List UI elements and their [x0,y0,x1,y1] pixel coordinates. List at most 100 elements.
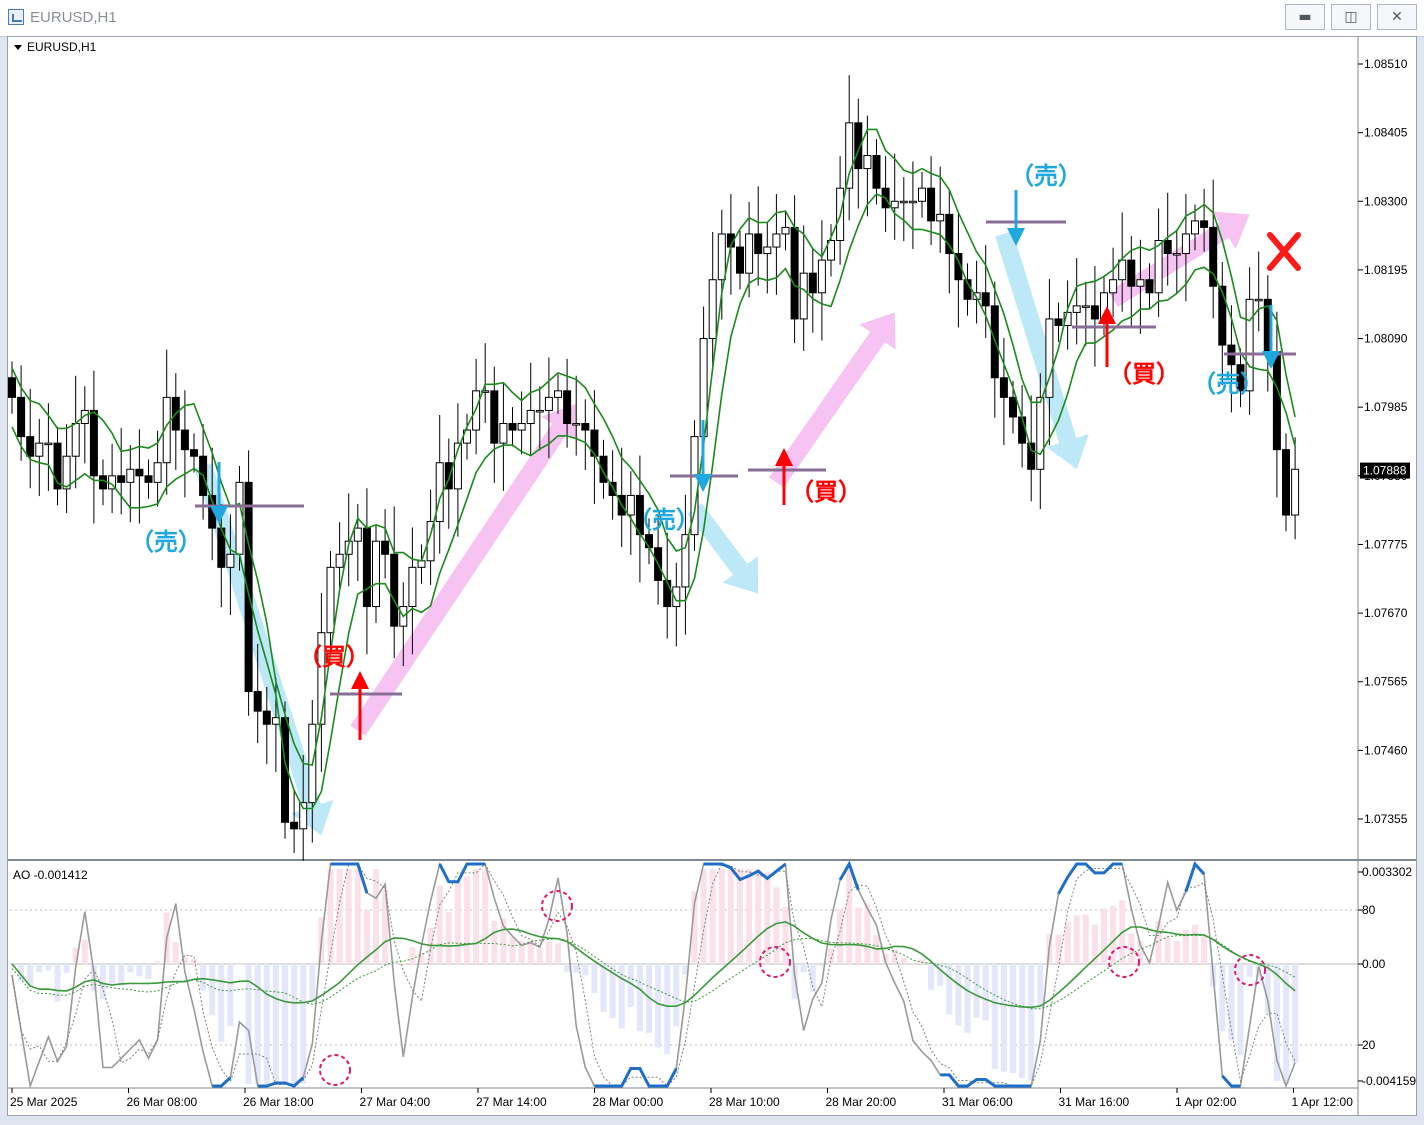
ao-histogram-bar [991,964,998,1069]
bull-candle [681,534,690,588]
time-tick-label: 25 Mar 2025 [10,1095,78,1109]
chart-menu-icon[interactable] [14,45,22,50]
bull-candle [1072,305,1081,313]
bear-candle [1027,442,1036,470]
ao-histogram-bar [127,964,134,973]
bull-candle [526,409,535,425]
ao-histogram-bar [491,920,498,964]
bear-candle [1054,318,1063,326]
price-tick-label: 1.07775 [1364,537,1408,551]
bull-candle [890,200,899,209]
bull-candle [226,553,235,568]
bull-candle [1291,468,1300,516]
bear-candle [262,710,271,725]
bear-candle [89,409,98,477]
bull-candle [817,259,826,294]
price-tick-label: 1.07985 [1364,400,1408,414]
ao-histogram-bar [618,964,625,1029]
ao-histogram-bar [855,907,862,964]
ao-histogram-bar [345,869,352,964]
bear-candle [135,468,144,477]
ao-histogram-bar [482,869,489,964]
time-tick-label: 1 Apr 12:00 [1292,1095,1354,1109]
bull-candle [745,233,754,274]
bear-candle [390,553,399,627]
bull-candle [772,233,781,248]
ao-histogram-bar [100,964,106,999]
ao-histogram-bar [309,964,316,1002]
ao-histogram-bar [1273,964,1280,1082]
ao-histogram-bar [655,964,662,1048]
ao-histogram-bar [118,964,125,986]
bear-candle [981,292,990,307]
ao-histogram-bar [1228,964,1235,1041]
ao-indicator-label: AO -0.001412 [13,868,88,882]
bull-candle [1136,279,1145,287]
ao-histogram-bar [964,964,971,1033]
bear-candle [190,449,198,457]
time-tick-label: 1 Apr 02:00 [1175,1095,1237,1109]
ao-histogram-bar [1019,964,1026,1079]
buy-label: （買） [1108,361,1180,388]
ao-histogram-bar [282,964,288,1084]
bull-candle [153,462,162,483]
ao-histogram-bar [145,964,152,980]
ao-histogram-bar [1055,934,1062,964]
bull-candle [235,481,244,555]
ao-histogram-bar [154,961,161,964]
ao-histogram-bar [81,939,88,964]
ao-histogram-bar [718,869,725,964]
time-tick-label: 27 Mar 04:00 [360,1095,431,1109]
ao-tick-label: 20 [1362,1038,1376,1052]
ao-histogram-bar [1192,924,1198,964]
bull-candle [1036,396,1045,470]
bear-candle [490,390,499,444]
ao-histogram-bar [209,964,216,1016]
bull-candle [372,540,380,608]
ao-histogram-bar [54,964,61,1002]
ao-histogram-bar [536,948,543,964]
bull-candle [1118,259,1127,281]
time-tick-label: 26 Mar 18:00 [243,1095,314,1109]
crossover-circle [319,1054,351,1086]
bear-candle [999,377,1008,398]
chart-svg[interactable]: EURUSD,H1 AO -0.001412 1.085101.084051.0… [0,0,1424,1125]
buy-label: （買） [790,479,862,506]
bear-candle [736,246,744,274]
price-tick-label: 1.08090 [1364,332,1408,346]
ao-tick-label: 80 [1362,903,1376,917]
time-tick-label: 31 Mar 16:00 [1059,1095,1130,1109]
bear-candle [1218,285,1227,346]
chart-symbol-label: EURUSD,H1 [27,40,97,54]
ao-histogram-bar [263,964,270,1084]
bear-candle [1163,239,1172,255]
sell-label: （売） [130,529,202,556]
bear-candle [1009,396,1017,418]
bull-candle [1172,253,1181,256]
bull-candle [908,200,917,204]
ao-histogram-bar [409,947,416,964]
ao-histogram-bar [591,964,598,993]
ao-histogram-bar [227,964,234,1026]
bull-candle [845,122,854,189]
bear-candle [381,540,390,555]
time-tick-label: 28 Mar 10:00 [709,1095,780,1109]
ao-histogram-bar [946,964,953,1015]
bull-candle [1254,298,1263,302]
time-tick-label: 28 Mar 20:00 [826,1095,897,1109]
ao-histogram-bar [973,964,980,1018]
time-axis: 25 Mar 2025 26 Mar 08:00 26 Mar 18:00 27 Ma… [10,1088,1353,1109]
bull-candle [936,213,945,222]
bear-candle [945,213,954,255]
price-tick-label: 1.07355 [1364,812,1408,826]
ma-upper-line [11,128,1296,767]
bull-candle [535,409,544,413]
ao-histogram-bar [300,964,307,1084]
ao-histogram-bar [564,964,571,973]
ao-histogram-bar [36,964,43,973]
bear-candle [180,429,189,451]
bull-candle [417,560,426,568]
bull-candle [763,246,772,255]
bear-candle [17,396,26,438]
bear-candle [790,226,799,320]
